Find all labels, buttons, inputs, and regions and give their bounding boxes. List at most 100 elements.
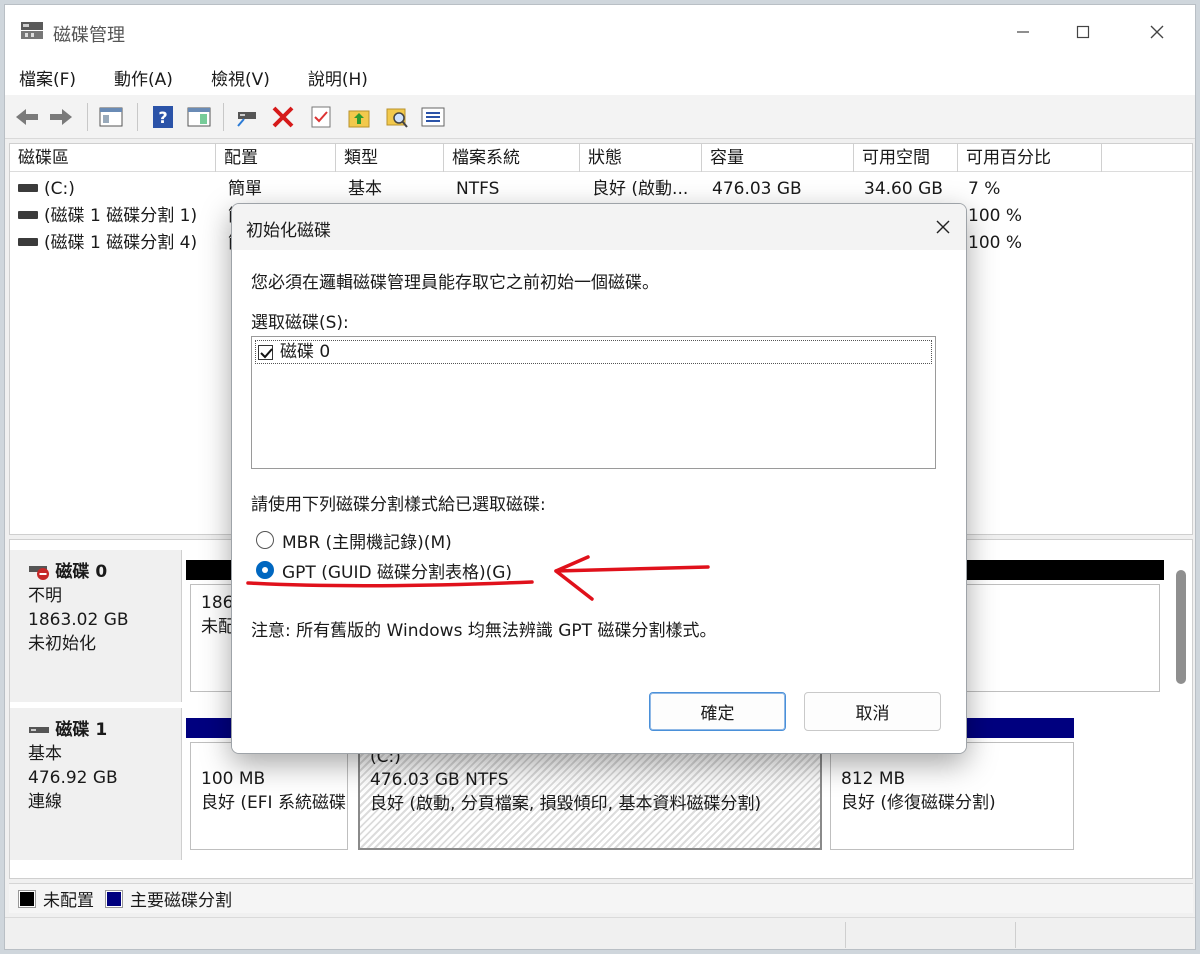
disk-1-size: 476.92 GB: [28, 768, 118, 788]
status-divider: [845, 922, 846, 948]
disk-map-scrollbar[interactable]: [1176, 570, 1186, 684]
gpt-radio[interactable]: [256, 561, 274, 579]
search-folder-icon[interactable]: [383, 103, 411, 131]
column-type[interactable]: 類型: [336, 144, 444, 172]
disk-1-partition-efi[interactable]: 100 MB 良好 (EFI 系統磁碟: [190, 742, 348, 850]
legend-unallocated-swatch: [18, 889, 36, 908]
column-percent-free[interactable]: 可用百分比: [958, 144, 1102, 172]
disk-icon: [29, 727, 49, 733]
forward-arrow-icon[interactable]: [47, 103, 75, 131]
drive-icon: [18, 238, 38, 246]
connect-drive-icon[interactable]: [233, 103, 261, 131]
dialog-intro: 您必須在邏輯磁碟管理員能存取它之前初始一個磁碟。: [251, 273, 659, 293]
gpt-option[interactable]: GPT (GUID 磁碟分割表格)(G): [256, 558, 513, 583]
disk-1-label[interactable]: 磁碟 1 基本 476.92 GB 連線: [10, 708, 182, 860]
disk-1-title: 磁碟 1: [28, 718, 181, 742]
layout-cell: 簡單: [228, 179, 262, 199]
volume-cell: (磁碟 1 磁碟分割 4): [10, 230, 216, 256]
console-icon[interactable]: [97, 103, 125, 131]
compatibility-note: 注意: 所有舊版的 Windows 均無法辨識 GPT 磁碟分割樣式。: [251, 621, 717, 641]
checkmark-icon: [260, 348, 273, 359]
disk-0-label[interactable]: 磁碟 0 不明 1863.02 GB 未初始化: [10, 550, 182, 702]
disk-error-icon: [29, 566, 49, 580]
close-icon[interactable]: [928, 212, 958, 242]
disk-1-type: 基本: [28, 744, 62, 764]
column-status[interactable]: 狀態: [580, 144, 702, 172]
percent-free-cell: 100 %: [968, 206, 1023, 226]
column-file-system[interactable]: 檔案系統: [444, 144, 580, 172]
list-item[interactable]: 磁碟 0: [255, 340, 932, 364]
partition-size: 812 MB: [841, 769, 906, 789]
disk-1-partition-recovery[interactable]: 812 MB 良好 (修復磁碟分割): [830, 742, 1074, 850]
percent-free-cell: 7 %: [968, 179, 1001, 199]
checklist-icon[interactable]: [307, 103, 335, 131]
title-bar: 磁碟管理: [5, 5, 1195, 59]
disk-0-title: 磁碟 0: [28, 560, 181, 584]
partition-style-label: 請使用下列磁碟分割樣式給已選取磁碟:: [251, 495, 546, 515]
volume-cell: (C:): [10, 176, 216, 202]
disk-select-list[interactable]: 磁碟 0: [251, 336, 936, 469]
properties-panel-icon[interactable]: [185, 103, 213, 131]
menu-view[interactable]: 檢視(V): [205, 61, 276, 94]
initialize-disk-dialog: 初始化磁碟 您必須在邏輯磁碟管理員能存取它之前初始一個磁碟。 選取磁碟(S): …: [231, 203, 967, 754]
partition-status: 良好 (修復磁碟分割): [841, 793, 996, 813]
status-bar: [5, 917, 1195, 949]
legend: 未配置 主要磁碟分割: [9, 883, 1193, 913]
disk-1-name: 磁碟 1: [55, 720, 108, 740]
percent-free-cell: 100 %: [968, 233, 1023, 253]
partition-status: 良好 (EFI 系統磁碟: [201, 793, 346, 813]
cancel-button[interactable]: 取消: [804, 692, 941, 731]
select-disk-label: 選取磁碟(S):: [251, 313, 349, 333]
dialog-title-bar: 初始化磁碟: [232, 204, 966, 250]
mbr-option-label: MBR (主開機記錄)(M): [282, 532, 452, 553]
partition-size: 100 MB: [201, 769, 266, 789]
disk-0-state: 未初始化: [28, 634, 96, 654]
toolbar-separator: [223, 103, 224, 131]
toolbar: ?: [5, 95, 1195, 139]
close-icon[interactable]: [1137, 19, 1177, 45]
menu-bar: 檔案(F) 動作(A) 檢視(V) 說明(H): [5, 59, 1195, 95]
minimize-icon[interactable]: [1003, 19, 1043, 45]
column-capacity[interactable]: 容量: [702, 144, 854, 172]
svg-text:?: ?: [158, 108, 167, 127]
volume-name: (C:): [44, 179, 75, 199]
volume-cell: (磁碟 1 磁碟分割 1): [10, 203, 216, 229]
maximize-icon[interactable]: [1063, 19, 1103, 45]
menu-action[interactable]: 動作(A): [108, 61, 179, 94]
mbr-radio[interactable]: [256, 531, 274, 549]
disk-0-name: 磁碟 0: [55, 562, 108, 582]
table-row[interactable]: (C:) 簡單 基本 NTFS 良好 (啟動... 476.03 GB 34.6…: [10, 176, 1192, 202]
disk-0-checkbox[interactable]: [258, 345, 273, 360]
back-arrow-icon[interactable]: [13, 103, 41, 131]
menu-help[interactable]: 說明(H): [302, 61, 374, 94]
drive-icon: [18, 211, 38, 219]
menu-file[interactable]: 檔案(F): [13, 61, 82, 94]
status-cell: 良好 (啟動...: [592, 179, 689, 199]
drive-icon: [18, 184, 38, 192]
disk-1-state: 連線: [28, 792, 62, 812]
volume-list-header: 磁碟區 配置 類型 檔案系統 狀態 容量 可用空間 可用百分比: [10, 144, 1192, 172]
disk-management-app-icon: [19, 19, 45, 41]
ok-button[interactable]: 確定: [649, 692, 786, 731]
column-free-space[interactable]: 可用空間: [854, 144, 958, 172]
disk-list-label: 磁碟 0: [280, 342, 331, 362]
toolbar-separator: [137, 103, 138, 131]
folder-up-icon[interactable]: [345, 103, 373, 131]
free-space-cell: 34.60 GB: [864, 179, 943, 199]
gpt-option-label: GPT (GUID 磁碟分割表格)(G): [282, 562, 513, 583]
dialog-title: 初始化磁碟: [246, 221, 331, 241]
toolbar-separator: [87, 103, 88, 131]
list-view-icon[interactable]: [419, 103, 447, 131]
column-layout[interactable]: 配置: [216, 144, 336, 172]
delete-x-icon[interactable]: [269, 103, 297, 131]
partition-status: 良好 (啟動, 分頁檔案, 損毀傾印, 基本資料磁碟分割): [370, 794, 762, 814]
disk-1-partition-c[interactable]: (C:) 476.03 GB NTFS 良好 (啟動, 分頁檔案, 損毀傾印, …: [358, 742, 822, 850]
column-volume[interactable]: 磁碟區: [10, 144, 216, 172]
legend-primary: 主要磁碟分割: [130, 891, 232, 911]
mbr-option[interactable]: MBR (主開機記錄)(M): [256, 528, 452, 553]
file-system-cell: NTFS: [456, 179, 500, 199]
help-icon[interactable]: ?: [149, 103, 177, 131]
type-cell: 基本: [348, 179, 382, 199]
partition-size: 476.03 GB NTFS: [370, 770, 509, 790]
capacity-cell: 476.03 GB: [712, 179, 802, 199]
